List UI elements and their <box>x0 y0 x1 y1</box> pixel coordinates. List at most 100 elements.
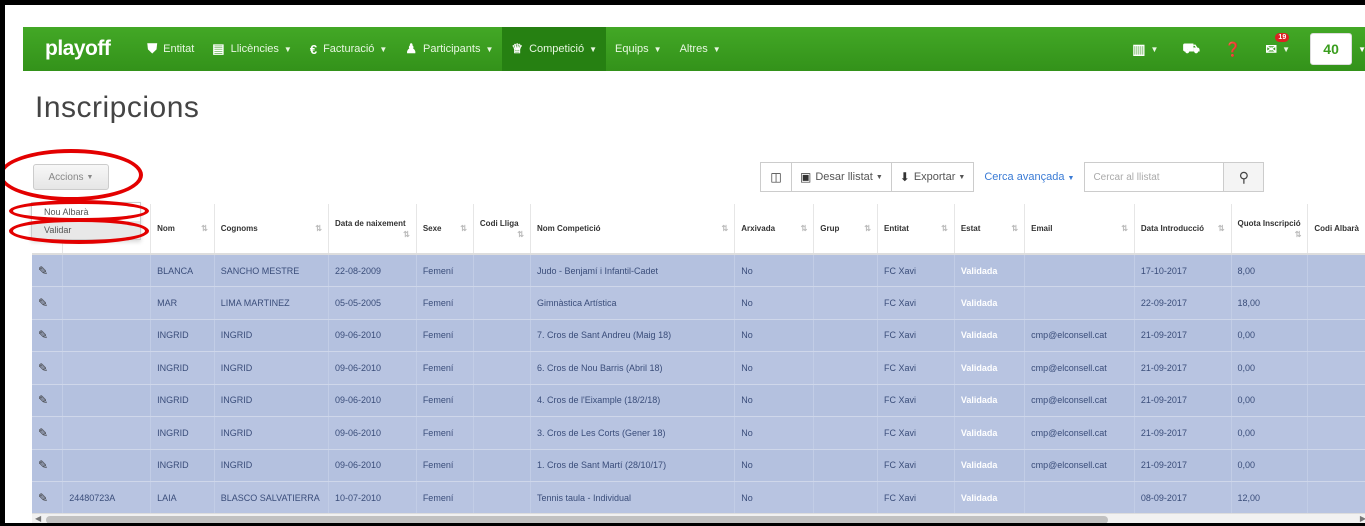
edit-icon[interactable]: ✎ <box>38 426 48 440</box>
save-list-button[interactable]: ▣ Desar llistat ▼ <box>792 162 892 192</box>
cell-cognoms: INGRID <box>214 449 329 482</box>
edit-icon[interactable]: ✎ <box>38 328 48 342</box>
advanced-search-link[interactable]: Cerca avançada ▼ <box>974 171 1084 183</box>
scroll-left-icon[interactable]: ◀ <box>35 514 41 523</box>
sort-icon: ⇅ <box>201 224 208 233</box>
cell-nom: INGRID <box>150 416 215 450</box>
edit-cell[interactable]: ✎ <box>32 254 64 287</box>
edit-icon[interactable]: ✎ <box>38 393 48 407</box>
organization-logo[interactable]: 40 <box>1310 33 1353 65</box>
cell-data-naixement: 09-06-2010 <box>328 416 417 450</box>
column-header-codi-lliga[interactable]: Codi Lliga ⇅ <box>473 204 532 255</box>
column-header-nom[interactable]: Nom ⇅ <box>150 204 215 255</box>
cell-grup <box>813 449 878 482</box>
cell-estat: Validada <box>954 384 1026 417</box>
table-row[interactable]: ✎ INGRID INGRID 09-06-2010 Femení 1. Cros de … <box>32 449 1365 482</box>
column-header-data-naixement[interactable]: Data de naixement ⇅ <box>328 204 417 255</box>
nav-item-equips[interactable]: Equips ▼ <box>606 27 671 71</box>
table-row[interactable]: ✎ INGRID INGRID 09-06-2010 Femení 7. Cros de … <box>32 319 1365 352</box>
nav-item-altres[interactable]: Altres ▼ <box>671 27 730 71</box>
column-header-entitat[interactable]: Entitat ⇅ <box>877 204 955 255</box>
cell-sexe: Femení <box>416 254 474 287</box>
cell-cognoms: INGRID <box>214 319 329 352</box>
cell-data-introduccio: 08-09-2017 <box>1134 481 1232 513</box>
edit-cell[interactable]: ✎ <box>32 481 64 513</box>
cell-arxivada: No <box>734 286 815 320</box>
column-header-quota[interactable]: Quota Inscripció ⇅ <box>1231 204 1309 255</box>
cell-sexe: Femení <box>416 319 474 352</box>
accions-dropdown: Nou Albarà Validar <box>31 202 141 240</box>
table-header-row: Nom ⇅ Cognoms ⇅ Data de naixement ⇅ Sexe ⇅ C… <box>32 204 1365 255</box>
cell-data-naixement: 10-07-2010 <box>328 481 417 513</box>
edit-cell[interactable]: ✎ <box>32 384 64 417</box>
menu-item-nou-albara[interactable]: Nou Albarà <box>32 203 140 221</box>
sort-icon: ⇅ <box>403 229 410 239</box>
cell-data-naixement: 09-06-2010 <box>328 319 417 352</box>
table-row[interactable]: ✎ 24480723A LAIA BLASCO SALVATIERRA 10-07-20… <box>32 481 1365 513</box>
column-header-nom-competicio[interactable]: Nom Competició ⇅ <box>530 204 736 255</box>
cell-data-introduccio: 22-09-2017 <box>1134 286 1232 320</box>
edit-icon[interactable]: ✎ <box>38 264 48 278</box>
column-header-cognoms[interactable]: Cognoms ⇅ <box>214 204 329 255</box>
trophy-icon: ♕ <box>511 41 524 56</box>
menu-item-validar[interactable]: Validar <box>32 221 140 239</box>
shield-icon: ⛊ <box>147 41 158 56</box>
edit-cell[interactable]: ✎ <box>32 319 64 352</box>
messages-menu[interactable]: ✉ 19 ▼ <box>1253 27 1302 71</box>
cell-data-naixement: 09-06-2010 <box>328 384 417 417</box>
edit-cell[interactable]: ✎ <box>32 351 64 385</box>
cell-estat: Validada <box>954 449 1026 482</box>
edit-cell[interactable]: ✎ <box>32 286 64 320</box>
scroll-right-icon[interactable]: ▶ <box>1360 514 1365 523</box>
cell-data-naixement: 09-06-2010 <box>328 351 417 385</box>
column-header-sexe[interactable]: Sexe ⇅ <box>416 204 474 255</box>
table-row[interactable]: ✎ BLANCA SANCHO MESTRE 22-08-2009 Femení Judo… <box>32 254 1365 287</box>
help-button[interactable]: ❓ <box>1212 27 1253 71</box>
cell-quota: 0,00 <box>1231 449 1309 482</box>
edit-cell[interactable]: ✎ <box>32 416 64 450</box>
stats-menu[interactable]: ▥ ▼ <box>1120 27 1170 71</box>
cell-cognoms: BLASCO SALVATIERRA <box>214 481 329 513</box>
chevron-down-icon[interactable]: ▼ <box>1358 45 1365 54</box>
nav-item-entitat[interactable]: ⛊ Entitat <box>138 27 203 71</box>
column-header-grup[interactable]: Grup ⇅ <box>813 204 878 255</box>
edit-icon[interactable]: ✎ <box>38 361 48 375</box>
column-header-arxivada[interactable]: Arxivada ⇅ <box>734 204 815 255</box>
nav-item-participants[interactable]: ♟ Participants ▼ <box>396 27 502 71</box>
chevron-down-icon: ▼ <box>1150 44 1159 54</box>
nav-item-facturacio[interactable]: € Facturació ▼ <box>301 27 397 71</box>
chevron-down-icon: ▼ <box>712 44 721 54</box>
download-icon: ⬇ <box>899 170 910 184</box>
column-header-estat[interactable]: Estat ⇅ <box>954 204 1026 255</box>
column-header-email[interactable]: Email ⇅ <box>1024 204 1135 255</box>
cart-button[interactable]: ⛟ <box>1170 27 1212 71</box>
table-row[interactable]: ✎ INGRID INGRID 09-06-2010 Femení 6. Cros de … <box>32 351 1365 385</box>
table-row[interactable]: ✎ MAR LIMA MARTINEZ 05-05-2005 Femení Gimnàst… <box>32 286 1365 320</box>
table-row[interactable]: ✎ INGRID INGRID 09-06-2010 Femení 4. Cros de … <box>32 384 1365 417</box>
edit-icon[interactable]: ✎ <box>38 458 48 472</box>
horizontal-scrollbar[interactable]: ◀ ▶ <box>32 513 1365 523</box>
scroll-thumb[interactable] <box>46 516 1108 523</box>
search-input[interactable]: Cercar al llistat <box>1084 162 1225 192</box>
table-row[interactable]: ✎ INGRID INGRID 09-06-2010 Femení 3. Cros de … <box>32 416 1365 450</box>
sort-icon: ⇅ <box>864 224 871 233</box>
cell-nom: LAIA <box>150 481 215 513</box>
top-navbar: playoff ⛊ Entitat ▤ Llicències ▼ € Factu… <box>23 27 1365 71</box>
cell-email <box>1024 254 1135 287</box>
export-button[interactable]: ⬇ Exportar ▼ <box>891 162 975 192</box>
search-button[interactable]: ⚲ <box>1224 162 1265 192</box>
cell-codi-albara <box>1307 416 1365 450</box>
accions-button[interactable]: Accions ▼ <box>33 164 109 190</box>
brand-logo[interactable]: playoff <box>45 37 111 61</box>
cell-arxivada: No <box>734 319 815 352</box>
edit-icon[interactable]: ✎ <box>38 296 48 310</box>
column-header-codi-albara[interactable]: Codi Albarà <box>1307 204 1365 255</box>
edit-cell[interactable]: ✎ <box>32 449 64 482</box>
columns-button[interactable]: ◫ <box>760 162 792 192</box>
cell-arxivada: No <box>734 351 815 385</box>
edit-icon[interactable]: ✎ <box>38 491 48 505</box>
nav-item-competicio[interactable]: ♕ Competició ▼ <box>502 27 607 71</box>
cell-entitat: FC Xavi <box>877 286 955 320</box>
column-header-data-introduccio[interactable]: Data Introducció ⇅ <box>1134 204 1232 255</box>
nav-item-llicencies[interactable]: ▤ Llicències ▼ <box>203 27 301 71</box>
